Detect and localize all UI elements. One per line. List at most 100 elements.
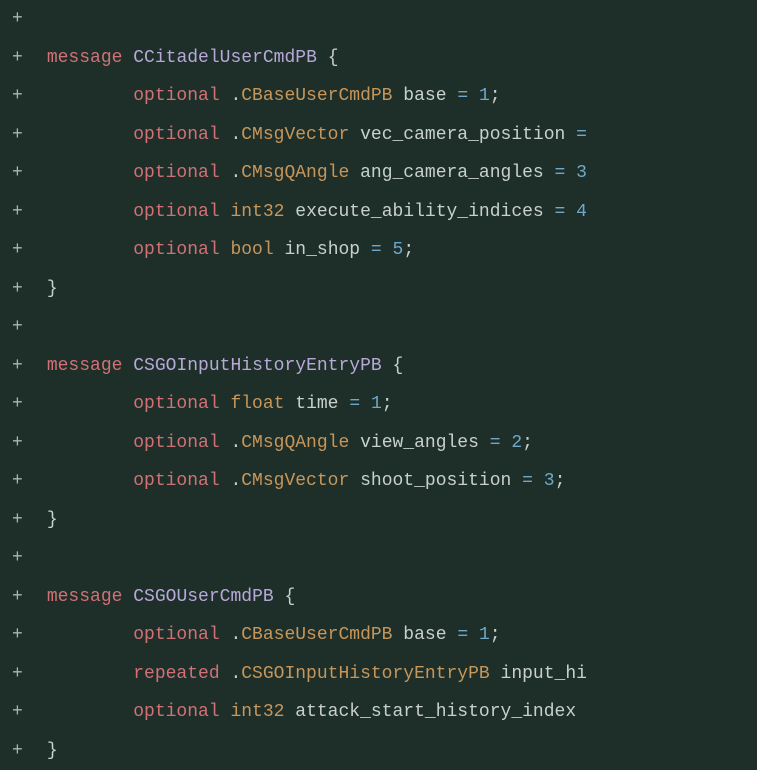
code-content — [36, 539, 757, 578]
token-ident — [360, 394, 371, 414]
diff-line[interactable]: + } — [0, 270, 757, 309]
diff-line[interactable]: + optional float time = 1; — [0, 385, 757, 424]
token-indent — [36, 125, 133, 145]
token-field: ang_camera_angles — [360, 163, 544, 183]
token-type-user: CMsgVector — [241, 125, 349, 145]
diff-marker: + — [12, 655, 36, 694]
diff-line[interactable]: + — [0, 539, 757, 578]
token-type-builtin: float — [230, 394, 284, 414]
token-type-builtin: int32 — [230, 202, 284, 222]
token-op: = — [522, 471, 533, 491]
token-indent — [36, 433, 133, 453]
token-ident: . — [220, 433, 242, 453]
token-ident — [274, 240, 285, 260]
code-content: optional int32 attack_start_history_inde… — [36, 693, 757, 732]
diff-marker: + — [12, 732, 36, 770]
diff-line[interactable]: + — [0, 0, 757, 39]
token-field: base — [403, 86, 446, 106]
token-kw-optional: optional — [133, 702, 219, 722]
code-content: message CSGOUserCmdPB { — [36, 578, 757, 617]
token-msg-name: CCitadelUserCmdPB — [133, 48, 317, 68]
token-ident — [565, 163, 576, 183]
diff-line[interactable]: + optional bool in_shop = 5; — [0, 231, 757, 270]
token-brace: { — [393, 356, 404, 376]
diff-line[interactable]: + } — [0, 732, 757, 770]
token-ident — [565, 125, 576, 145]
token-punct: ; — [490, 86, 501, 106]
diff-marker: + — [12, 424, 36, 463]
token-ident — [392, 625, 403, 645]
diff-marker: + — [12, 193, 36, 232]
token-ident: . — [220, 471, 242, 491]
token-ident — [339, 394, 350, 414]
token-op: = — [349, 394, 360, 414]
diff-marker: + — [12, 578, 36, 617]
token-kw-message: message — [47, 356, 123, 376]
code-content: message CCitadelUserCmdPB { — [36, 39, 757, 78]
code-content: optional bool in_shop = 5; — [36, 231, 757, 270]
diff-marker: + — [12, 308, 36, 347]
diff-line[interactable]: + optional int32 attack_start_history_in… — [0, 693, 757, 732]
code-content: optional int32 execute_ability_indices =… — [36, 193, 757, 232]
token-num: 1 — [479, 86, 490, 106]
token-ident — [468, 86, 479, 106]
token-ident: . — [220, 125, 242, 145]
token-field: shoot_position — [360, 471, 511, 491]
diff-line[interactable]: + — [0, 308, 757, 347]
token-type-user: CMsgVector — [241, 471, 349, 491]
diff-line[interactable]: + optional .CMsgVector vec_camera_positi… — [0, 116, 757, 155]
token-ident — [490, 664, 501, 684]
diff-line[interactable]: + message CSGOInputHistoryEntryPB { — [0, 347, 757, 386]
diff-line[interactable]: + optional .CMsgQAngle view_angles = 2; — [0, 424, 757, 463]
code-content: optional .CMsgVector shoot_position = 3; — [36, 462, 757, 501]
token-op: = — [371, 240, 382, 260]
token-num: 3 — [576, 163, 587, 183]
token-op: = — [576, 125, 587, 145]
token-op: = — [490, 433, 501, 453]
token-ident — [284, 394, 295, 414]
token-type-builtin: bool — [230, 240, 273, 260]
token-type-builtin: int32 — [230, 702, 284, 722]
token-kw-optional: optional — [133, 471, 219, 491]
diff-line[interactable]: + optional int32 execute_ability_indices… — [0, 193, 757, 232]
token-num: 1 — [479, 625, 490, 645]
diff-marker: + — [12, 693, 36, 732]
code-content: optional float time = 1; — [36, 385, 757, 424]
token-ident: . — [220, 625, 242, 645]
token-field: time — [295, 394, 338, 414]
token-indent — [36, 741, 47, 761]
code-content: } — [36, 501, 757, 540]
diff-line[interactable]: + message CCitadelUserCmdPB { — [0, 39, 757, 78]
token-indent — [36, 356, 47, 376]
diff-line[interactable]: + optional .CMsgVector shoot_position = … — [0, 462, 757, 501]
token-indent — [36, 240, 133, 260]
code-content: message CSGOInputHistoryEntryPB { — [36, 347, 757, 386]
diff-line[interactable]: + } — [0, 501, 757, 540]
token-ident — [479, 433, 490, 453]
token-indent — [36, 86, 133, 106]
token-indent — [36, 48, 47, 68]
token-kw-optional: optional — [133, 202, 219, 222]
diff-line[interactable]: + optional .CBaseUserCmdPB base = 1; — [0, 77, 757, 116]
diff-line[interactable]: + message CSGOUserCmdPB { — [0, 578, 757, 617]
token-ident — [317, 48, 328, 68]
token-ident — [349, 125, 360, 145]
token-brace: { — [328, 48, 339, 68]
token-num: 4 — [576, 202, 587, 222]
token-num: 5 — [393, 240, 404, 260]
code-content: optional .CMsgVector vec_camera_position… — [36, 116, 757, 155]
token-type-user: CMsgQAngle — [241, 433, 349, 453]
token-op: = — [457, 625, 468, 645]
diff-line[interactable]: + repeated .CSGOInputHistoryEntryPB inpu… — [0, 655, 757, 694]
diff-line[interactable]: + optional .CMsgQAngle ang_camera_angles… — [0, 154, 757, 193]
token-field: base — [403, 625, 446, 645]
diff-line[interactable]: + optional .CBaseUserCmdPB base = 1; — [0, 616, 757, 655]
code-content: optional .CBaseUserCmdPB base = 1; — [36, 77, 757, 116]
token-indent — [36, 625, 133, 645]
diff-marker: + — [12, 231, 36, 270]
diff-marker: + — [12, 501, 36, 540]
token-ident — [122, 356, 133, 376]
token-kw-message: message — [47, 48, 123, 68]
token-op: = — [555, 163, 566, 183]
token-ident — [274, 587, 285, 607]
